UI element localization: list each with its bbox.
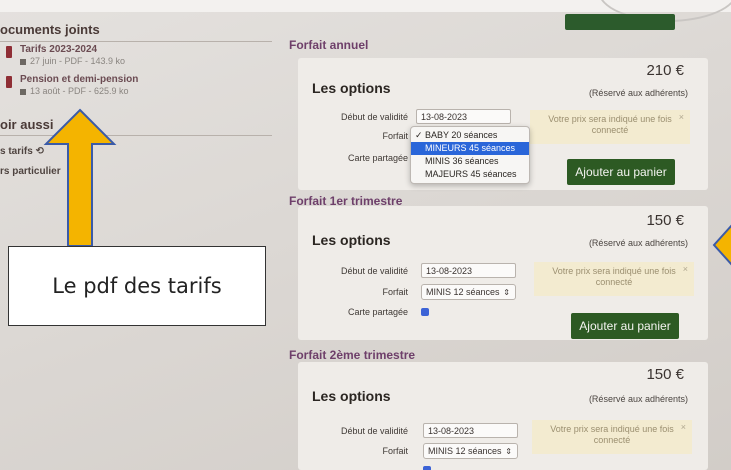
debut-validite-input[interactable]: 13-08-2023: [421, 263, 516, 278]
check-icon: ✓: [415, 130, 423, 140]
forfait-label: Forfait: [382, 446, 408, 456]
forfait-label: Forfait: [382, 287, 408, 297]
price: 150 €: [646, 212, 684, 229]
reserved-note: (Réservé aux adhérents): [588, 88, 688, 98]
dropdown-option[interactable]: MAJEURS 45 séances: [411, 168, 529, 181]
select-caret-icon: ⇕: [505, 447, 512, 456]
pdf-icon: [6, 76, 12, 88]
close-icon[interactable]: ×: [679, 112, 684, 123]
price-notice: × Votre prix sera indiqué une fois conne…: [534, 262, 694, 296]
price: 210 €: [646, 62, 684, 79]
document-title[interactable]: Pension et demi-pension: [20, 74, 138, 85]
carte-label: Carte partagée: [347, 153, 408, 163]
add-to-cart-button[interactable]: Ajouter au panier: [571, 313, 679, 339]
document-item-pension[interactable]: Pension et demi-pension 13 août - PDF - …: [6, 74, 266, 100]
debut-label: Début de validité: [340, 266, 408, 276]
forfait-card-2eme-trimestre: Les options 150 € (Réservé aux adhérents…: [298, 362, 708, 470]
top-partial-cart-button[interactable]: [565, 14, 675, 30]
document-meta: 13 août - PDF - 625.9 ko: [20, 86, 129, 96]
add-to-cart-button[interactable]: Ajouter au panier: [567, 159, 675, 185]
annotation-callout: Le pdf des tarifs: [8, 246, 266, 326]
dropdown-option[interactable]: ✓ BABY 20 séances: [411, 129, 529, 142]
close-icon[interactable]: ×: [681, 422, 686, 433]
close-icon[interactable]: ×: [683, 264, 688, 275]
carte-partagee-checkbox[interactable]: [423, 466, 431, 470]
forfait-title: Forfait 2ème trimestre: [289, 348, 416, 362]
options-heading: Les options: [312, 232, 391, 248]
price-notice: × Votre prix sera indiqué une fois conne…: [530, 110, 690, 144]
document-meta: 27 juin - PDF - 143.9 ko: [20, 56, 125, 66]
select-caret-icon: ⇕: [503, 288, 510, 297]
forfait-label: Forfait: [382, 131, 408, 141]
options-heading: Les options: [312, 388, 391, 404]
forfait-dropdown-menu[interactable]: ✓ BABY 20 séances MINEURS 45 séances MINI…: [410, 126, 530, 184]
dropdown-option[interactable]: MINIS 36 séances: [411, 155, 529, 168]
annotation-arrow-icon: [43, 108, 117, 247]
reserved-note: (Réservé aux adhérents): [588, 394, 688, 404]
sidebar-link-tarifs[interactable]: s tarifs ⟲: [0, 146, 44, 157]
debut-validite-input[interactable]: 13-08-2023: [416, 109, 511, 124]
carte-partagee-checkbox[interactable]: [421, 308, 429, 316]
forfait-select[interactable]: MINIS 12 séances ⇕: [423, 443, 518, 459]
forfait-select[interactable]: MINIS 12 séances ⇕: [421, 284, 516, 300]
document-title[interactable]: Tarifs 2023-2024: [20, 44, 97, 55]
documents-heading: ocuments joints: [0, 22, 272, 42]
price-notice: × Votre prix sera indiqué une fois conne…: [532, 420, 692, 454]
dropdown-option[interactable]: MINEURS 45 séances: [411, 142, 529, 155]
price: 150 €: [646, 366, 684, 383]
document-item-tarifs[interactable]: Tarifs 2023-2024 27 juin - PDF - 143.9 k…: [6, 44, 266, 70]
forfait-card-1er-trimestre: Les options 150 € (Réservé aux adhérents…: [298, 206, 708, 340]
options-heading: Les options: [312, 80, 391, 96]
browser-screen: ocuments joints Tarifs 2023-2024 27 juin…: [0, 0, 731, 470]
pdf-icon: [6, 46, 12, 58]
debut-label: Début de validité: [340, 112, 408, 122]
debut-validite-input[interactable]: 13-08-2023: [423, 423, 518, 438]
reserved-note: (Réservé aux adhérents): [588, 238, 688, 248]
forfait-title: Forfait annuel: [289, 38, 369, 52]
right-arrow-icon: [712, 224, 731, 266]
debut-label: Début de validité: [340, 426, 408, 436]
carte-label: Carte partagée: [347, 307, 408, 317]
